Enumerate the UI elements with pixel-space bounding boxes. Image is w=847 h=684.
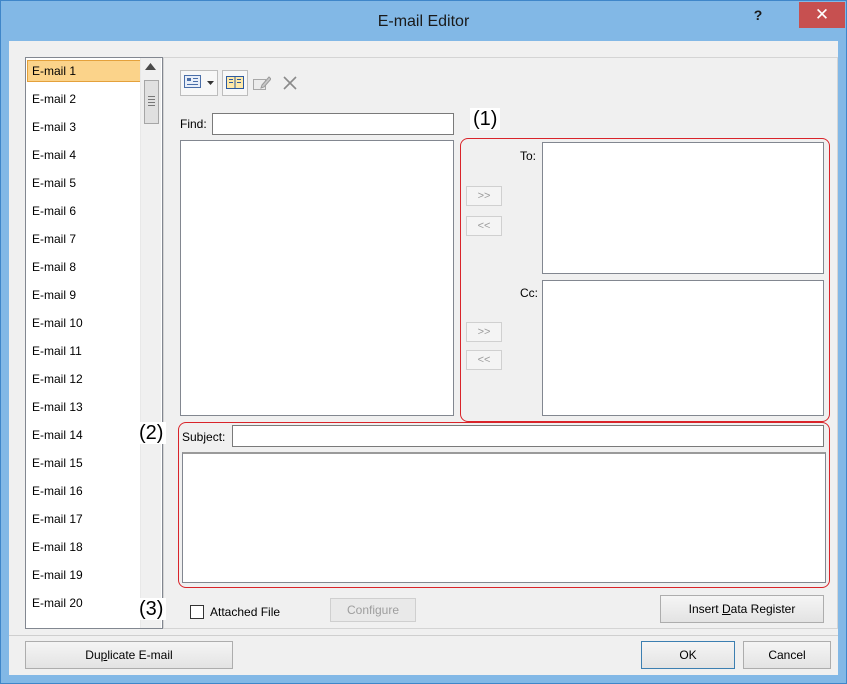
grip-line bbox=[148, 105, 155, 106]
duplicate-suffix: licate E-mail bbox=[107, 648, 173, 662]
dropdown-arrow-icon bbox=[207, 81, 214, 85]
email-list-item[interactable]: E-mail 16 bbox=[28, 480, 142, 502]
help-button[interactable]: ? bbox=[743, 7, 773, 29]
remove-cc-button[interactable]: << bbox=[466, 350, 502, 370]
email-list[interactable]: E-mail 1 E-mail 2 E-mail 3 E-mail 4 E-mail 5… bbox=[25, 57, 163, 629]
edit-contact-icon bbox=[253, 76, 271, 90]
remove-to-button[interactable]: << bbox=[466, 216, 502, 236]
email-list-item[interactable]: E-mail 18 bbox=[28, 536, 142, 558]
email-list-item[interactable]: E-mail 2 bbox=[28, 88, 142, 110]
address-book-icon bbox=[226, 76, 244, 89]
find-input[interactable] bbox=[212, 113, 454, 135]
grip-line bbox=[148, 102, 155, 103]
cc-list[interactable] bbox=[542, 280, 824, 416]
email-list-item[interactable]: E-mail 9 bbox=[28, 284, 142, 306]
delete-icon bbox=[283, 76, 297, 90]
list-scrollbar[interactable] bbox=[140, 58, 161, 628]
email-list-item[interactable]: E-mail 8 bbox=[28, 256, 142, 278]
view-mode-button[interactable] bbox=[180, 70, 218, 96]
title-bar[interactable]: E-mail Editor ? ✕ bbox=[1, 1, 846, 41]
to-label: To: bbox=[520, 149, 537, 163]
duplicate-email-button[interactable]: Duplicate E-mail bbox=[25, 641, 233, 669]
address-list[interactable] bbox=[180, 140, 454, 416]
add-cc-button[interactable]: >> bbox=[466, 322, 502, 342]
callout-1: (1) bbox=[470, 108, 501, 130]
subject-input[interactable] bbox=[232, 425, 824, 447]
add-to-button[interactable]: >> bbox=[466, 186, 502, 206]
callout-2: (2) bbox=[136, 422, 167, 444]
email-list-item[interactable]: E-mail 10 bbox=[28, 312, 142, 334]
close-button[interactable]: ✕ bbox=[799, 2, 845, 28]
attached-file-checkbox[interactable] bbox=[190, 605, 204, 619]
subject-label: Subject: bbox=[182, 430, 226, 444]
cc-label: Cc: bbox=[520, 286, 538, 300]
address-book-view-icon bbox=[184, 75, 201, 88]
email-list-item[interactable]: E-mail 15 bbox=[28, 452, 142, 474]
email-detail-panel: Find: (1) To: >> << Cc: >> << (2) Subjec… bbox=[136, 57, 838, 629]
footer-divider bbox=[9, 635, 838, 636]
email-list-item[interactable]: E-mail 13 bbox=[28, 396, 142, 418]
email-list-item[interactable]: E-mail 17 bbox=[28, 508, 142, 530]
email-list-item[interactable]: E-mail 12 bbox=[28, 368, 142, 390]
delete-button[interactable] bbox=[278, 70, 302, 96]
email-list-item[interactable]: E-mail 7 bbox=[28, 228, 142, 250]
grip-line bbox=[148, 96, 155, 97]
email-list-item[interactable]: E-mail 3 bbox=[28, 116, 142, 138]
email-list-item[interactable]: E-mail 5 bbox=[28, 172, 142, 194]
message-body[interactable] bbox=[182, 452, 826, 583]
scroll-thumb[interactable] bbox=[144, 80, 159, 124]
edit-contact-button[interactable] bbox=[250, 70, 274, 96]
ok-button[interactable]: OK bbox=[641, 641, 735, 669]
email-list-item[interactable]: E-mail 1 bbox=[27, 60, 141, 82]
insert-register-mnemonic: D bbox=[721, 602, 731, 616]
configure-button[interactable]: Configure bbox=[330, 598, 416, 622]
email-list-item[interactable]: E-mail 4 bbox=[28, 144, 142, 166]
insert-register-prefix: Insert bbox=[688, 602, 722, 616]
to-list[interactable] bbox=[542, 142, 824, 274]
callout-3: (3) bbox=[136, 598, 167, 620]
dialog-client-area: E-mail 1 E-mail 2 E-mail 3 E-mail 4 E-mail 5… bbox=[9, 41, 838, 675]
email-list-item[interactable]: E-mail 11 bbox=[28, 340, 142, 362]
insert-data-register-button[interactable]: Insert Data Register bbox=[660, 595, 824, 623]
email-list-item[interactable]: E-mail 20 bbox=[28, 592, 142, 614]
address-book-button[interactable] bbox=[222, 70, 248, 96]
email-editor-window: E-mail Editor ? ✕ E-mail 1 E-mail 2 E-mail… bbox=[0, 0, 847, 684]
attached-file-label: Attached File bbox=[210, 605, 281, 619]
email-list-item[interactable]: E-mail 19 bbox=[28, 564, 142, 586]
window-title: E-mail Editor bbox=[377, 13, 470, 30]
duplicate-prefix: Du bbox=[85, 648, 101, 662]
find-label: Find: bbox=[180, 117, 207, 131]
cancel-button[interactable]: Cancel bbox=[743, 641, 831, 669]
insert-register-suffix: ata Register bbox=[730, 602, 796, 616]
email-list-item[interactable]: E-mail 14 bbox=[28, 424, 142, 446]
email-list-item[interactable]: E-mail 6 bbox=[28, 200, 142, 222]
scroll-up-arrow-icon[interactable] bbox=[145, 63, 156, 70]
grip-line bbox=[148, 99, 155, 100]
